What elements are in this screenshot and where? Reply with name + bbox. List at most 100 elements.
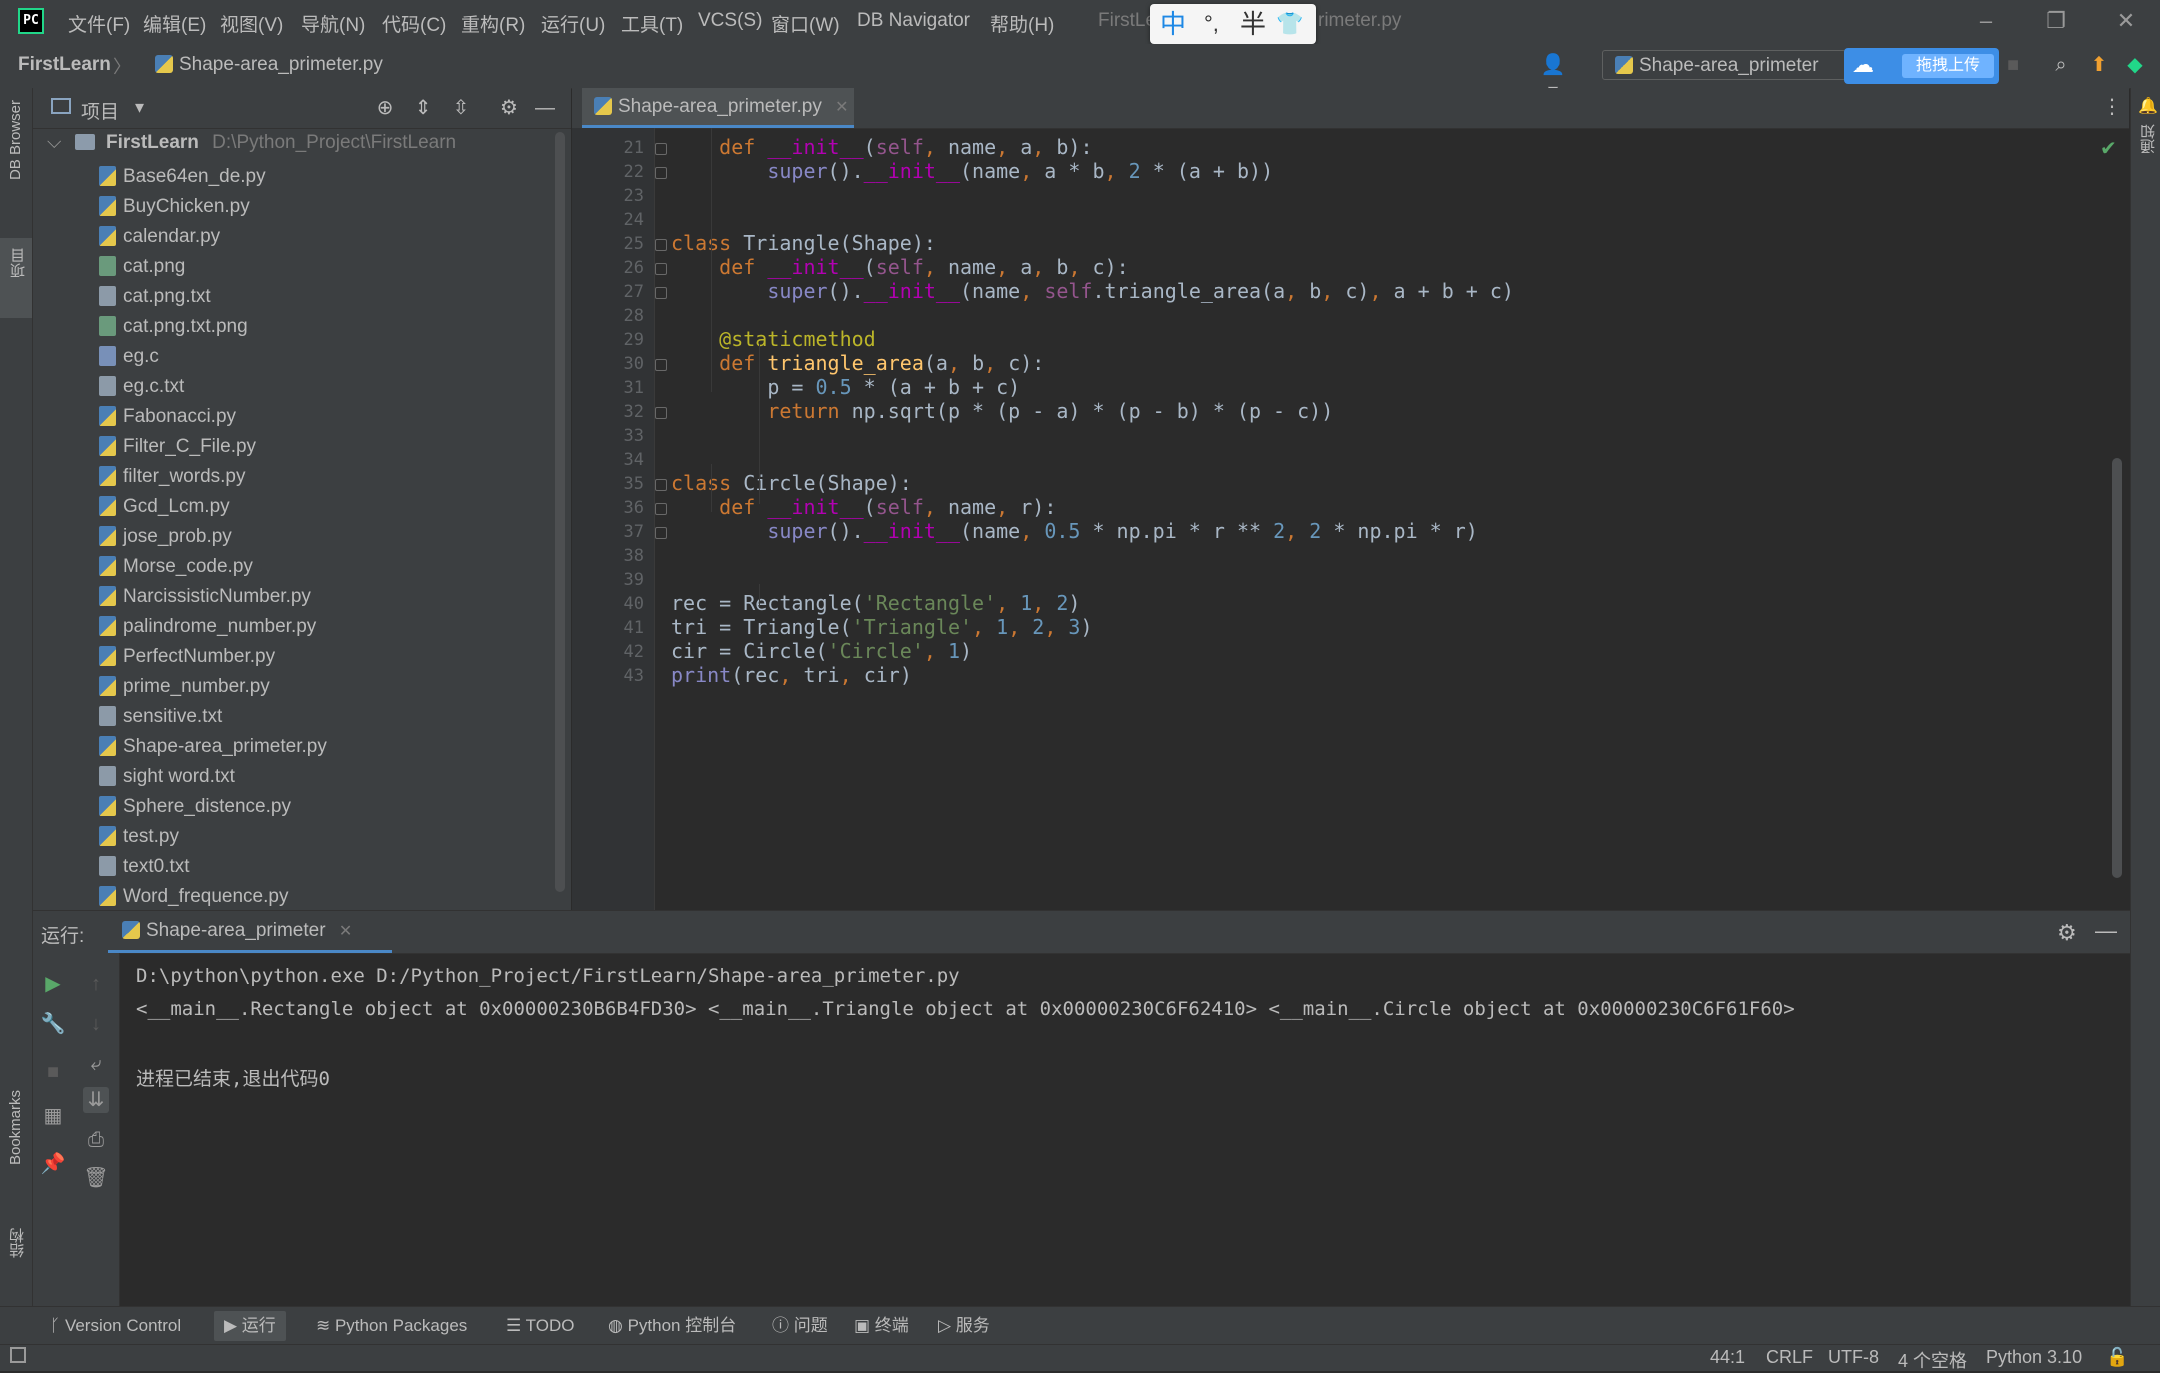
- tool-tab-terminal[interactable]: ▣ 终端: [844, 1311, 919, 1341]
- gear-icon[interactable]: ⚙: [495, 94, 523, 122]
- menu-navigate[interactable]: 导航(N): [301, 10, 365, 37]
- chevron-down-icon[interactable]: ▾: [135, 97, 144, 118]
- code-line[interactable]: def __init__(self, name, a, b):: [671, 135, 1092, 159]
- pin-icon[interactable]: 📌: [40, 1151, 66, 1177]
- code-line[interactable]: cir = Circle('Circle', 1): [671, 639, 972, 663]
- chevron-down-icon[interactable]: ⌵: [47, 132, 61, 153]
- db-browser-tool-button[interactable]: DB Browser: [7, 100, 24, 180]
- tree-root-folder[interactable]: ⌵ FirstLearn D:\Python_Project\FirstLear…: [47, 132, 456, 162]
- tree-file-item[interactable]: Gcd_Lcm.py: [99, 496, 230, 526]
- code-line[interactable]: return np.sqrt(p * (p - a) * (p - b) * (…: [671, 399, 1333, 423]
- toggle-tool-windows-icon[interactable]: [10, 1347, 26, 1363]
- code-line[interactable]: def __init__(self, name, r):: [671, 495, 1056, 519]
- ime-toolbar[interactable]: 中 °, 半 👕: [1150, 4, 1316, 44]
- tree-file-item[interactable]: Sphere_distence.py: [99, 796, 291, 826]
- arrow-up-icon[interactable]: ↑: [83, 971, 109, 997]
- indent-setting[interactable]: 4 个空格: [1898, 1347, 1967, 1373]
- fold-marker-icon[interactable]: [655, 167, 667, 179]
- menu-tools[interactable]: 工具(T): [621, 10, 683, 37]
- fold-marker-icon[interactable]: [655, 143, 667, 155]
- wrench-icon[interactable]: 🔧: [40, 1011, 66, 1037]
- minimize-icon[interactable]: –: [1966, 6, 2006, 36]
- more-options-icon[interactable]: ⋮: [2102, 94, 2122, 119]
- soft-wrap-icon[interactable]: ⤶: [83, 1051, 109, 1077]
- ime-skin-icon[interactable]: 👕: [1276, 8, 1303, 40]
- code-line[interactable]: super().__init__(name, self.triangle_are…: [671, 279, 1514, 303]
- fold-marker-icon[interactable]: [655, 239, 667, 251]
- gear-icon[interactable]: ⚙: [2057, 920, 2077, 946]
- layout-icon[interactable]: ▦: [40, 1103, 66, 1129]
- close-tab-icon[interactable]: ✕: [835, 99, 848, 116]
- tree-file-item[interactable]: eg.c.txt: [99, 376, 184, 406]
- tree-file-item[interactable]: cat.png.txt.png: [99, 316, 248, 346]
- tree-file-item[interactable]: NarcissisticNumber.py: [99, 586, 311, 616]
- ime-chinese-mode[interactable]: 中: [1160, 8, 1186, 40]
- menu-file[interactable]: 文件(F): [68, 10, 130, 37]
- upload-button[interactable]: 拖拽上传: [1902, 54, 1994, 78]
- tree-file-item[interactable]: Filter_C_File.py: [99, 436, 256, 466]
- tree-file-item[interactable]: cat.png.txt: [99, 286, 211, 316]
- menu-refactor[interactable]: 重构(R): [461, 10, 525, 37]
- editor-tab[interactable]: Shape-area_primeter.py ✕: [582, 88, 854, 128]
- code-line[interactable]: super().__init__(name, 0.5 * np.pi * r *…: [671, 519, 1478, 543]
- structure-tool-button[interactable]: 结构: [7, 1228, 28, 1258]
- code-line[interactable]: class Circle(Shape):: [671, 471, 912, 495]
- tree-file-item[interactable]: BuyChicken.py: [99, 196, 250, 226]
- breadcrumb-file[interactable]: Shape-area_primeter.py: [155, 54, 383, 76]
- tool-tab-problems[interactable]: ⓘ 问题: [762, 1311, 838, 1341]
- locate-file-icon[interactable]: ⊕: [371, 94, 399, 122]
- notifications-tool-button[interactable]: 通知: [2138, 124, 2159, 154]
- menu-edit[interactable]: 编辑(E): [143, 10, 206, 37]
- python-interpreter[interactable]: Python 3.10: [1986, 1347, 2082, 1368]
- menu-help[interactable]: 帮助(H): [990, 10, 1054, 37]
- tree-file-item[interactable]: cat.png: [99, 256, 185, 286]
- code-line[interactable]: rec = Rectangle('Rectangle', 1, 2): [671, 591, 1080, 615]
- hide-panel-icon[interactable]: —: [2095, 918, 2117, 944]
- fold-marker-icon[interactable]: [655, 263, 667, 275]
- tree-file-item[interactable]: jose_prob.py: [99, 526, 232, 556]
- tree-file-item[interactable]: calendar.py: [99, 226, 220, 256]
- run-configuration-select[interactable]: Shape-area_primeter: [1602, 50, 1846, 80]
- hide-panel-icon[interactable]: —: [531, 94, 559, 122]
- tool-tab-python-console[interactable]: ◍ Python 控制台: [598, 1311, 746, 1341]
- scroll-to-end-icon[interactable]: ⇊: [83, 1087, 109, 1113]
- fold-marker-icon[interactable]: [655, 359, 667, 371]
- tree-file-item[interactable]: sight word.txt: [99, 766, 235, 796]
- code-line[interactable]: def __init__(self, name, a, b, c):: [671, 255, 1128, 279]
- project-tool-button[interactable]: 项目: [0, 238, 32, 318]
- tree-file-item[interactable]: PerfectNumber.py: [99, 646, 275, 676]
- inspection-ok-icon[interactable]: ✔: [2100, 136, 2117, 161]
- rerun-icon[interactable]: ▶: [40, 971, 66, 997]
- trash-icon[interactable]: 🗑: [83, 1165, 109, 1191]
- fold-marker-icon[interactable]: [655, 287, 667, 299]
- print-icon[interactable]: ⎙: [83, 1127, 109, 1153]
- upload-widget[interactable]: ☁ 拖拽上传: [1844, 48, 1999, 84]
- caret-position[interactable]: 44:1: [1710, 1347, 1745, 1368]
- search-icon[interactable]: ⌕: [2048, 52, 2074, 78]
- fold-marker-icon[interactable]: [655, 407, 667, 419]
- code-line[interactable]: @staticmethod: [671, 327, 876, 351]
- arrow-down-icon[interactable]: ↓: [83, 1011, 109, 1037]
- menu-run[interactable]: 运行(U): [541, 10, 605, 37]
- tree-file-item[interactable]: Fabonacci.py: [99, 406, 236, 436]
- breadcrumb-project[interactable]: FirstLearn: [18, 54, 111, 76]
- tool-tab-todo[interactable]: ☰ TODO: [496, 1311, 584, 1341]
- line-separator[interactable]: CRLF: [1766, 1347, 1813, 1368]
- bell-icon[interactable]: 🔔: [2138, 96, 2158, 116]
- lock-icon[interactable]: 🔓: [2106, 1347, 2128, 1368]
- ime-half-width[interactable]: 半: [1240, 8, 1266, 40]
- menu-code[interactable]: 代码(C): [382, 10, 446, 37]
- project-panel-title[interactable]: 项目: [81, 97, 119, 124]
- code-line[interactable]: p = 0.5 * (a + b + c): [671, 375, 1020, 399]
- restore-icon[interactable]: ❐: [2036, 6, 2076, 36]
- tool-tab-python-packages[interactable]: ≋ Python Packages: [306, 1311, 477, 1341]
- expand-all-icon[interactable]: ⇕: [409, 94, 437, 122]
- menu-db-navigator[interactable]: DB Navigator: [857, 10, 970, 32]
- code-line[interactable]: print(rec, tri, cir): [671, 663, 912, 687]
- pycharm-plugin-icon[interactable]: ◆: [2122, 52, 2148, 78]
- tree-file-item[interactable]: sensitive.txt: [99, 706, 222, 736]
- editor-scrollbar[interactable]: [2112, 458, 2122, 878]
- pycharm-logo-icon[interactable]: PC: [18, 8, 44, 34]
- tree-file-item[interactable]: text0.txt: [99, 856, 190, 886]
- collapse-all-icon[interactable]: ⇳: [447, 94, 475, 122]
